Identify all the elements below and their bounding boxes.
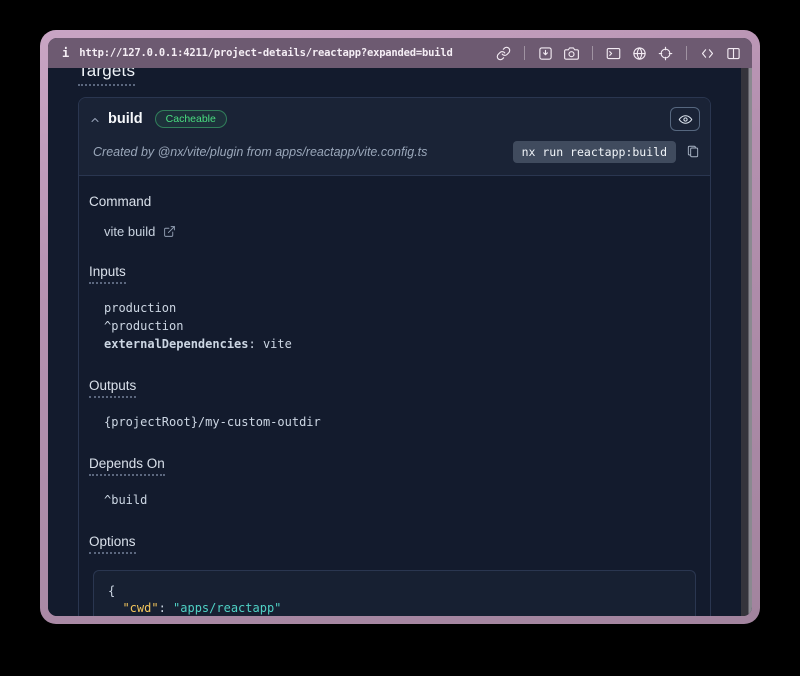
globe-icon xyxy=(632,46,647,61)
download-button[interactable] xyxy=(537,45,554,62)
download-icon xyxy=(538,46,553,61)
view-target-button[interactable] xyxy=(670,107,700,131)
target-card-build: build Cacheable Created by @nx/vite/plug… xyxy=(78,97,711,616)
code-icon xyxy=(700,46,715,61)
input-item: externalDependencies: vite xyxy=(104,335,700,353)
terminal-button[interactable] xyxy=(605,45,622,62)
toolbar-actions xyxy=(495,45,742,62)
clipboard-icon xyxy=(686,144,700,159)
options-heading: Options xyxy=(89,534,136,554)
page-title: Targets xyxy=(78,68,711,86)
toolbar-divider xyxy=(686,46,687,60)
run-command-chip: nx run reactapp:build xyxy=(513,141,676,163)
split-view-button[interactable] xyxy=(725,45,742,62)
output-item: {projectRoot}/my-custom-outdir xyxy=(104,413,700,431)
section-options: Options { "cwd": "apps/reactapp" } xyxy=(89,534,700,616)
build-header-meta: Created by @nx/vite/plugin from apps/rea… xyxy=(79,135,710,175)
copy-link-button[interactable] xyxy=(495,45,512,62)
outputs-heading: Outputs xyxy=(89,378,136,398)
locate-button[interactable] xyxy=(657,45,674,62)
terminal-icon xyxy=(606,46,621,61)
toolbar-divider xyxy=(524,46,525,60)
columns-icon xyxy=(726,46,741,61)
url-text[interactable]: http://127.0.0.1:4211/project-details/re… xyxy=(79,47,495,59)
screenshot-button[interactable] xyxy=(563,45,580,62)
camera-icon xyxy=(564,46,579,61)
created-by-text: Created by @nx/vite/plugin from apps/rea… xyxy=(93,145,513,159)
json-key: "cwd" xyxy=(122,601,158,615)
cacheable-badge: Cacheable xyxy=(155,110,227,128)
crosshair-icon xyxy=(658,46,673,61)
chevron-up-icon xyxy=(89,113,101,125)
section-inputs: Inputs production ^production externalDe… xyxy=(89,264,700,353)
input-item: ^production xyxy=(104,317,700,335)
build-card-header: build Cacheable Created by @nx/vite/plug… xyxy=(79,98,710,176)
network-button[interactable] xyxy=(631,45,648,62)
target-name: build xyxy=(108,111,143,127)
command-heading: Command xyxy=(89,194,700,209)
external-link-icon xyxy=(163,225,176,238)
eye-icon xyxy=(678,112,693,127)
build-header-row[interactable]: build Cacheable xyxy=(79,98,710,135)
open-config-button[interactable] xyxy=(162,225,176,239)
viewport: Targets build Cacheable xyxy=(48,68,752,616)
input-item: production xyxy=(104,299,700,317)
section-depends-on: Depends On ^build xyxy=(89,456,700,509)
options-code-block: { "cwd": "apps/reactapp" } xyxy=(93,570,696,616)
command-value: vite build xyxy=(104,224,155,239)
build-card-body: Command vite build Inputs pro xyxy=(79,176,710,616)
vertical-scrollbar[interactable] xyxy=(741,68,752,616)
targets-heading: Targets xyxy=(78,68,135,86)
browser-preview-window: i http://127.0.0.1:4211/project-details/… xyxy=(40,30,760,624)
url-toolbar: i http://127.0.0.1:4211/project-details/… xyxy=(48,38,752,68)
section-outputs: Outputs {projectRoot}/my-custom-outdir xyxy=(89,378,700,431)
toolbar-divider xyxy=(592,46,593,60)
window-inner: i http://127.0.0.1:4211/project-details/… xyxy=(48,38,752,616)
section-command: Command vite build xyxy=(89,194,700,239)
json-value: "apps/reactapp" xyxy=(173,601,281,615)
open-in-editor-button[interactable] xyxy=(699,45,716,62)
project-details-page: Targets build Cacheable xyxy=(48,68,741,616)
inputs-heading: Inputs xyxy=(89,264,126,284)
link-icon xyxy=(496,46,511,61)
depends-on-heading: Depends On xyxy=(89,456,165,476)
info-icon[interactable]: i xyxy=(62,46,69,60)
depends-on-item: ^build xyxy=(104,491,700,509)
copy-command-button[interactable] xyxy=(685,144,700,160)
